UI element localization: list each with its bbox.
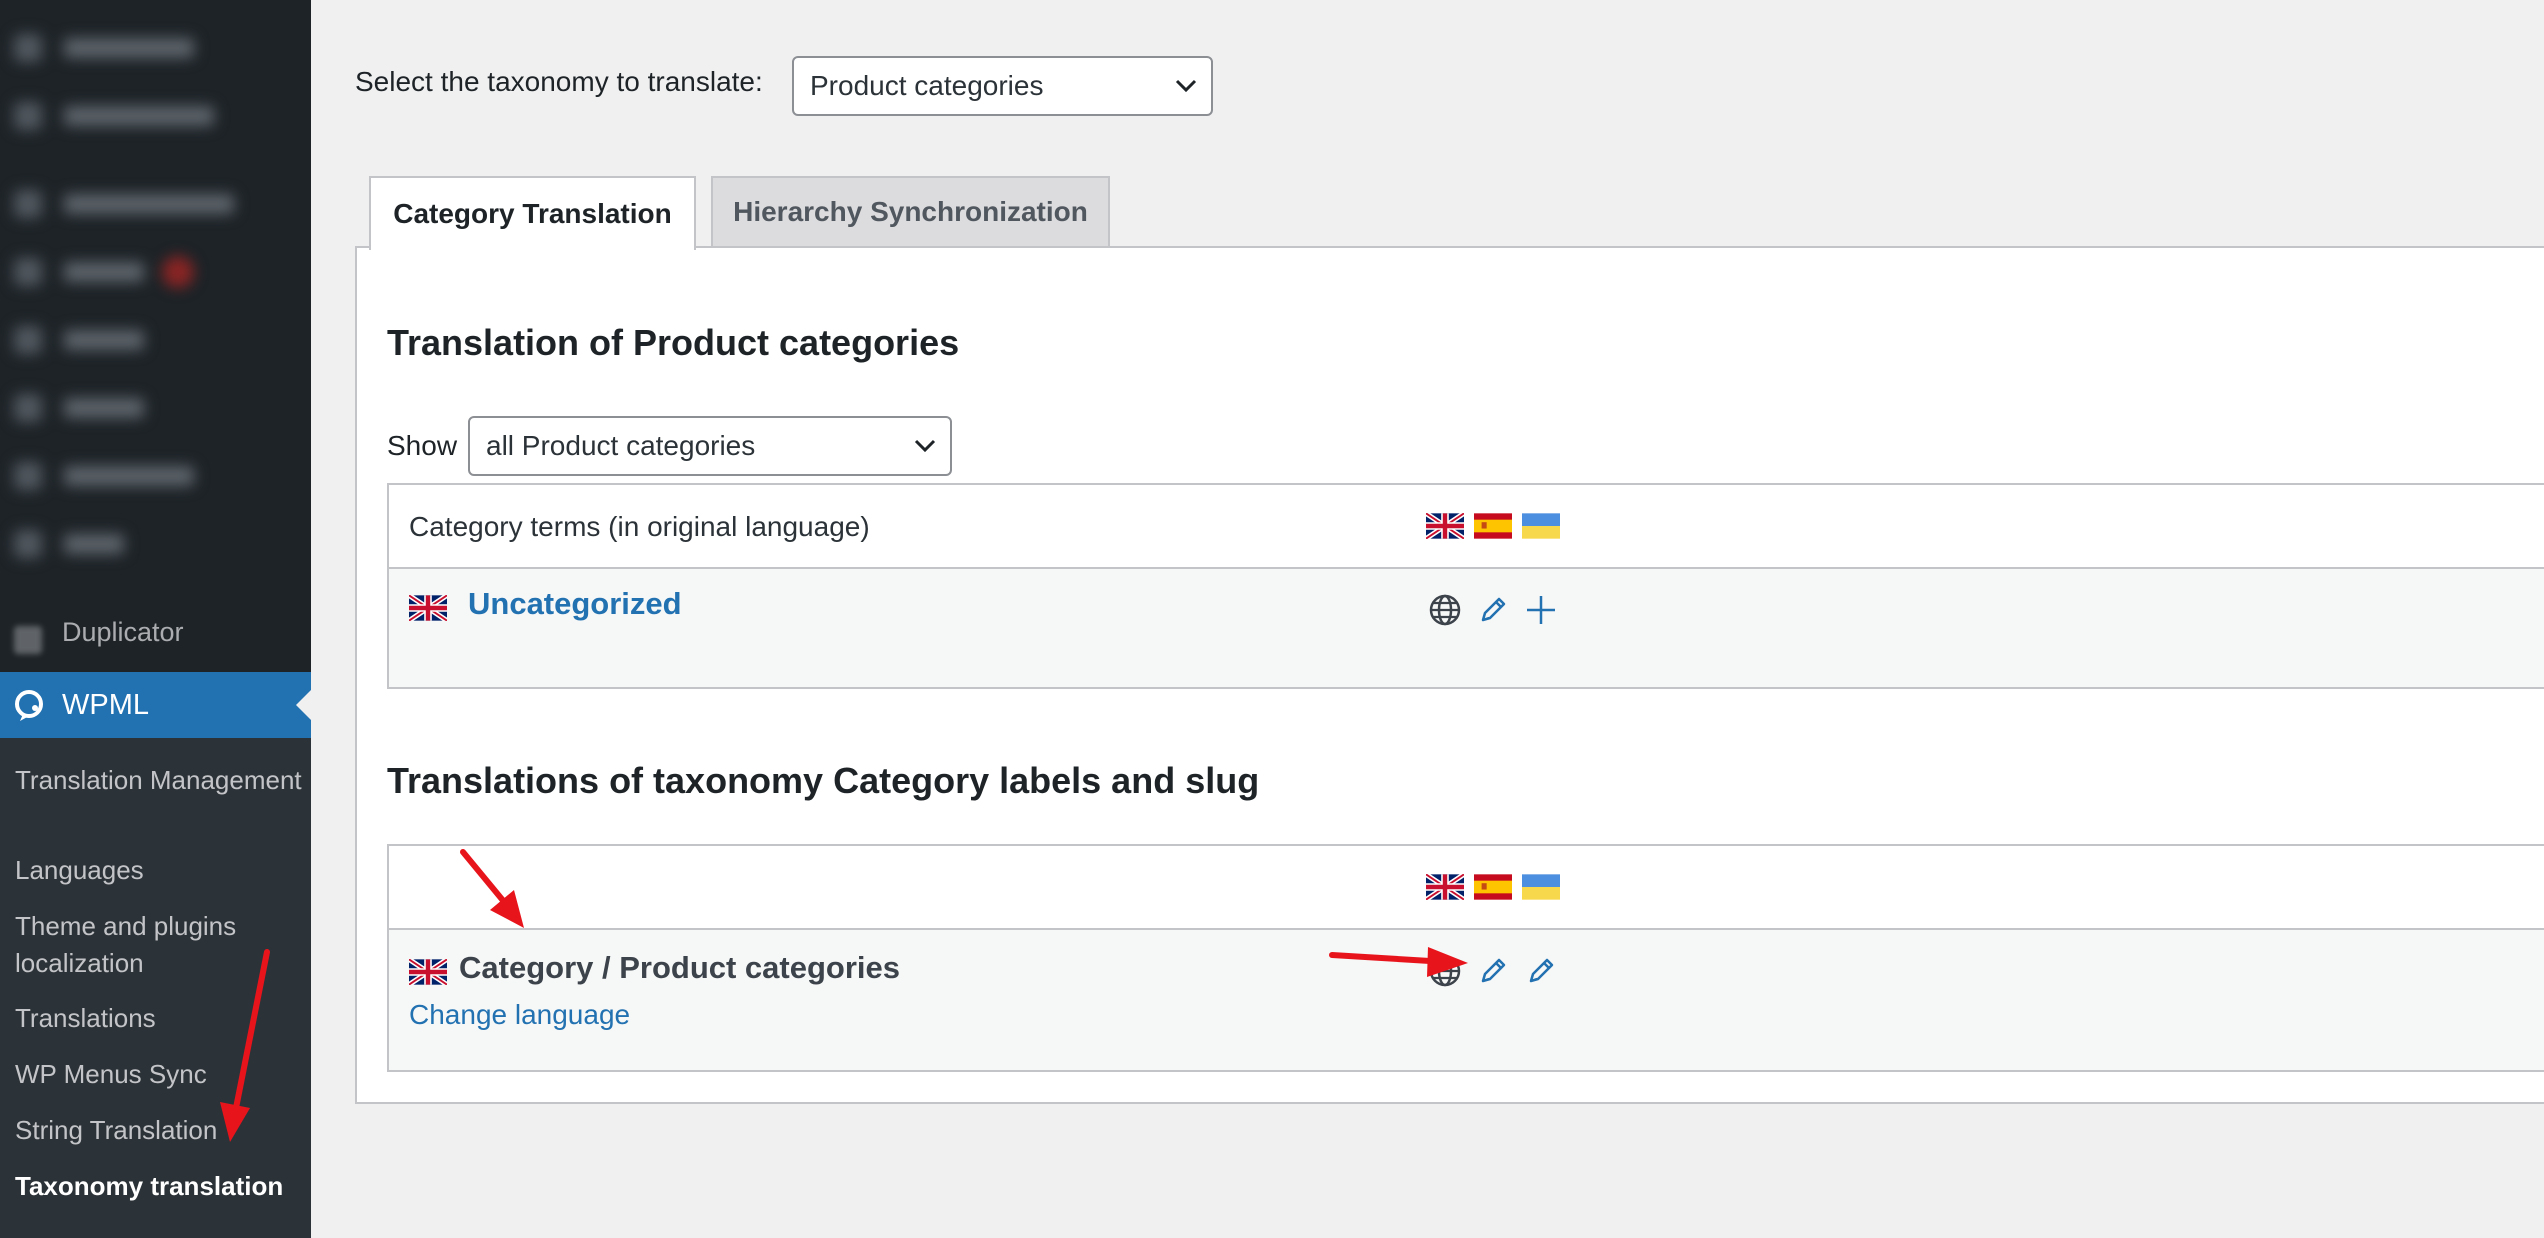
- submenu-item-theme-plugins-localization[interactable]: Theme and plugins localization: [15, 908, 305, 982]
- flag-uk-icon: [409, 595, 447, 621]
- edit-translation-es-button[interactable]: [1474, 591, 1512, 629]
- duplicator-icon: [14, 626, 42, 654]
- pencil-icon: [1529, 958, 1554, 983]
- sidebar-item-duplicator[interactable]: Duplicator: [0, 612, 311, 672]
- sidebar-item-label: WPML: [62, 689, 149, 721]
- terms-table-header: Category terms (in original language): [389, 485, 2544, 569]
- submenu-item-taxonomy-translation[interactable]: Taxonomy translation: [15, 1168, 305, 1205]
- column-header-original-terms: Category terms (in original language): [409, 511, 870, 542]
- active-indicator: [296, 690, 311, 720]
- labels-table-header: [389, 846, 2544, 930]
- wpml-submenu: Translation Management Languages Theme a…: [0, 738, 311, 1238]
- pencil-icon: [1481, 597, 1506, 622]
- chevron-down-icon: [914, 439, 936, 453]
- plus-icon: [1527, 596, 1555, 624]
- change-language-link[interactable]: Change language: [409, 999, 630, 1031]
- tab-hierarchy-synchronization[interactable]: Hierarchy Synchronization: [711, 176, 1110, 248]
- translation-status-original: [1426, 591, 1464, 629]
- taxonomy-select[interactable]: Product categories: [792, 56, 1213, 116]
- flag-spain-icon: [1474, 513, 1512, 539]
- table-row: Category / Product categories Change lan…: [389, 930, 2544, 1070]
- taxonomy-select-value: Product categories: [810, 70, 1044, 101]
- edit-label-translation-uk-button[interactable]: [1522, 952, 1560, 990]
- submenu-item-wp-menus-sync[interactable]: WP Menus Sync: [15, 1056, 305, 1093]
- blurred-menu-item[interactable]: [14, 394, 144, 422]
- term-filter-select[interactable]: all Product categories: [468, 416, 952, 476]
- terms-table: Category terms (in original language) Un…: [387, 483, 2544, 689]
- flag-ukraine-icon: [1522, 513, 1560, 539]
- show-filter-label: Show: [387, 430, 458, 461]
- globe-icon: [1429, 594, 1461, 626]
- submenu-item-string-translation[interactable]: String Translation: [15, 1112, 305, 1149]
- term-filter-value: all Product categories: [486, 430, 756, 461]
- sidebar-item-wpml[interactable]: WPML: [0, 672, 311, 738]
- flag-uk-icon: [1426, 874, 1464, 900]
- table-row: Uncategorized: [389, 569, 2544, 687]
- blurred-menu-item[interactable]: [14, 34, 194, 62]
- blurred-menu-item[interactable]: [14, 102, 214, 130]
- chevron-down-icon: [1175, 79, 1197, 93]
- tab-category-translation[interactable]: Category Translation: [369, 176, 696, 250]
- flag-uk-icon: [409, 959, 447, 985]
- globe-icon: [1429, 955, 1461, 987]
- blurred-menu-item[interactable]: [14, 462, 194, 490]
- labels-section-heading: Translations of taxonomy Category labels…: [387, 760, 1260, 801]
- wpml-logo-icon: [15, 690, 43, 721]
- terms-section-heading: Translation of Product categories: [387, 322, 960, 363]
- add-translation-uk-button[interactable]: [1522, 591, 1560, 629]
- flag-ukraine-icon: [1522, 874, 1560, 900]
- blurred-menu-area: [0, 0, 311, 640]
- admin-sidebar: Duplicator WPML Translation Management L…: [0, 0, 311, 1238]
- pencil-icon: [1481, 958, 1506, 983]
- term-translation-actions: [1426, 591, 1560, 629]
- label-translation-actions: [1426, 952, 1560, 990]
- taxonomy-labels-name: Category / Product categories: [459, 950, 901, 985]
- flag-uk-icon: [1426, 513, 1464, 539]
- edit-label-translation-es-button[interactable]: [1474, 952, 1512, 990]
- submenu-item-translations[interactable]: Translations: [15, 1000, 305, 1037]
- flag-spain-icon: [1474, 874, 1512, 900]
- term-link-uncategorized[interactable]: Uncategorized: [468, 586, 682, 622]
- labels-table: Category / Product categories Change lan…: [387, 844, 2544, 1072]
- blurred-menu-item[interactable]: [14, 190, 234, 218]
- blurred-menu-item[interactable]: [14, 326, 144, 354]
- taxonomy-select-label: Select the taxonomy to translate:: [355, 66, 763, 97]
- translation-status-original: [1426, 952, 1464, 990]
- submenu-item-translation-management[interactable]: Translation Management: [15, 762, 305, 799]
- sidebar-item-label: Duplicator: [62, 617, 184, 647]
- language-flags: [1426, 874, 1560, 900]
- language-flags: [1426, 513, 1560, 539]
- submenu-item-languages[interactable]: Languages: [15, 852, 305, 889]
- blurred-menu-item[interactable]: [14, 256, 194, 288]
- blurred-menu-item[interactable]: [14, 530, 124, 558]
